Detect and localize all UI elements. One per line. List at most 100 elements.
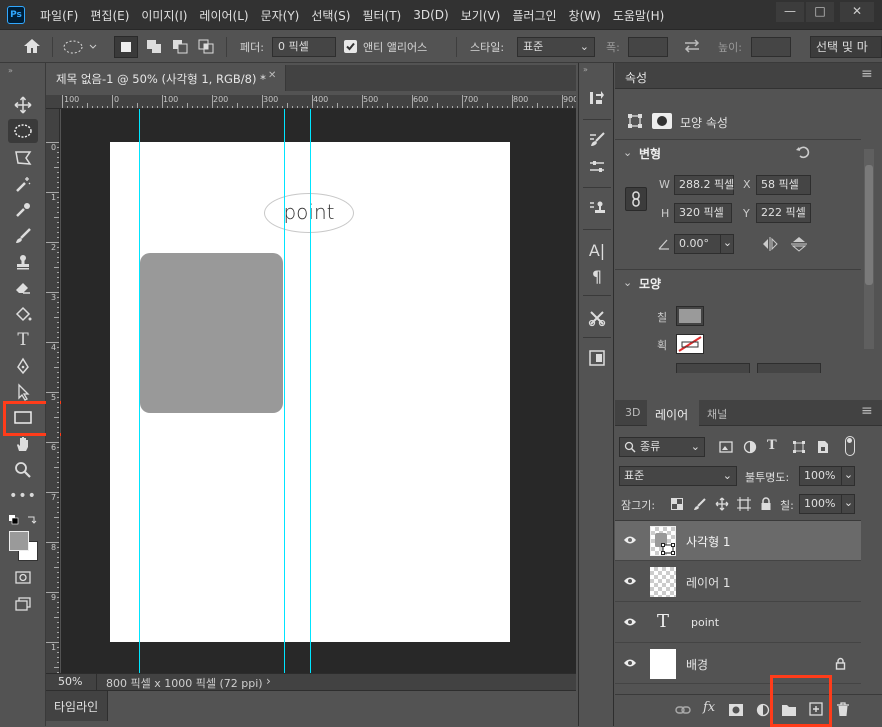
width-input[interactable]	[628, 37, 668, 57]
magic-wand-tool-icon[interactable]	[8, 172, 38, 196]
fill-field[interactable]: 100% ⌄	[799, 494, 855, 514]
character-panel-icon[interactable]: A|	[585, 239, 609, 261]
history-panel-icon[interactable]	[585, 87, 609, 109]
filter-type-icon[interactable]: T	[767, 438, 777, 453]
quick-mask-icon[interactable]	[8, 566, 38, 590]
menu-help[interactable]: 도움말(H)	[613, 7, 665, 24]
guide-line[interactable]	[284, 109, 285, 673]
vertical-ruler[interactable]: 0 1 2 3 4 5 6 7 8 9 1	[46, 109, 60, 673]
stroke-type-field[interactable]	[757, 363, 821, 373]
lock-transparent-icon[interactable]	[671, 498, 683, 510]
layer-filter-select[interactable]: 종류 ⌄	[619, 437, 705, 457]
intersect-selection-button[interactable]	[195, 36, 217, 56]
menu-file[interactable]: 파일(F)	[40, 7, 78, 24]
lock-pixels-icon[interactable]	[693, 497, 707, 511]
menu-image[interactable]: 이미지(I)	[141, 7, 187, 24]
eye-icon[interactable]	[623, 616, 637, 628]
filter-smart-object-icon[interactable]	[816, 440, 830, 454]
menu-view[interactable]: 보기(V)	[461, 7, 501, 24]
menu-edit[interactable]: 편집(E)	[90, 7, 129, 24]
delete-layer-icon[interactable]	[836, 702, 850, 717]
lock-all-icon[interactable]	[760, 497, 772, 511]
eye-icon[interactable]	[623, 657, 637, 669]
brush-settings-icon[interactable]	[585, 129, 609, 151]
collapse-icon[interactable]: »	[8, 66, 13, 75]
layer-name[interactable]: point	[691, 616, 719, 629]
tab-3d[interactable]: 3D	[625, 406, 640, 419]
guide-line[interactable]	[310, 109, 311, 673]
guide-line[interactable]	[139, 109, 140, 673]
default-colors-icon[interactable]	[8, 514, 38, 526]
swap-icon[interactable]	[682, 38, 702, 54]
pen-tool-icon[interactable]	[8, 354, 38, 378]
eyedropper-tool-icon[interactable]	[8, 198, 38, 222]
artboard-panel-icon[interactable]	[585, 347, 609, 369]
zoom-level[interactable]: 50%	[58, 675, 82, 688]
elliptical-marquee-preset-icon[interactable]	[62, 38, 98, 56]
screen-mode-icon[interactable]	[8, 592, 38, 616]
more-tools-icon[interactable]: •••	[8, 484, 38, 508]
width-field[interactable]: 288.2 픽셀	[674, 175, 734, 195]
tab-layers[interactable]: 레이어	[647, 400, 699, 427]
eye-icon[interactable]	[623, 575, 637, 587]
x-field[interactable]: 58 픽셀	[756, 175, 811, 195]
layer-name[interactable]: 레이어 1	[686, 574, 731, 591]
filter-shape-icon[interactable]	[792, 440, 806, 454]
maximize-button[interactable]: □	[806, 2, 834, 22]
stamp-tool-icon[interactable]	[8, 250, 38, 274]
panel-menu-icon[interactable]: ≡	[861, 403, 873, 419]
panel-menu-icon[interactable]: ≡	[861, 66, 873, 82]
layer-row-point[interactable]: T point	[615, 603, 861, 643]
stroke-width-field[interactable]	[676, 363, 750, 373]
timeline-tab[interactable]: 타임라인	[46, 691, 108, 721]
home-icon[interactable]	[22, 37, 42, 55]
y-field[interactable]: 222 픽셀	[756, 203, 811, 223]
height-field[interactable]: 320 픽셀	[674, 203, 732, 223]
type-tool-icon[interactable]: T	[8, 328, 38, 352]
menu-plugins[interactable]: 플러그인	[512, 7, 556, 24]
eye-icon[interactable]	[623, 534, 637, 546]
status-menu-arrow[interactable]: ›	[266, 674, 271, 688]
filter-toggle-switch[interactable]	[845, 436, 855, 456]
link-dimensions-button[interactable]	[625, 187, 647, 211]
eraser-tool-icon[interactable]	[8, 276, 38, 300]
height-input[interactable]	[751, 37, 791, 57]
hand-tool-icon[interactable]	[8, 432, 38, 456]
layer-name[interactable]: 배경	[686, 656, 708, 673]
add-selection-button[interactable]	[143, 36, 165, 56]
foreground-color-swatch[interactable]	[9, 531, 29, 551]
reset-transform-icon[interactable]	[795, 144, 811, 160]
move-tool-icon[interactable]	[8, 93, 38, 117]
menu-type[interactable]: 문자(Y)	[261, 7, 300, 24]
filter-pixel-icon[interactable]	[719, 440, 733, 454]
opacity-field[interactable]: 100% ⌄	[799, 466, 855, 486]
document-tab[interactable]: 제목 없음-1 @ 50% (사각형 1, RGB/8) * ✕	[46, 65, 286, 91]
flip-horizontal-icon[interactable]	[761, 236, 779, 252]
menu-window[interactable]: 창(W)	[569, 7, 601, 24]
menu-filter[interactable]: 필터(T)	[362, 7, 401, 24]
angle-field[interactable]: 0.00° ⌄	[674, 234, 734, 254]
paint-bucket-tool-icon[interactable]	[8, 302, 38, 326]
link-layers-icon[interactable]	[675, 703, 691, 717]
layer-row-rectangle[interactable]: 사각형 1	[615, 521, 861, 561]
style-select[interactable]: 표준 ⌄	[517, 37, 595, 57]
stroke-swatch[interactable]	[676, 334, 704, 354]
menu-layer[interactable]: 레이어(L)	[199, 7, 248, 24]
clone-source-icon[interactable]	[585, 197, 609, 219]
menu-3d[interactable]: 3D(D)	[413, 8, 448, 22]
close-window-button[interactable]: ✕	[840, 2, 874, 22]
properties-scrollbar[interactable]	[864, 149, 874, 349]
new-selection-button[interactable]	[114, 36, 138, 58]
collapse-icon[interactable]: »	[583, 65, 588, 74]
lock-position-icon[interactable]	[715, 497, 729, 511]
close-tab-icon[interactable]: ✕	[268, 70, 276, 81]
chevron-down-icon[interactable]: ⌄	[623, 276, 632, 289]
horizontal-ruler[interactable]: 100 0 100 200 300 400 500 600 700 800 90…	[46, 95, 576, 109]
properties-tab[interactable]: 속성	[625, 69, 647, 86]
fill-swatch[interactable]	[676, 306, 704, 326]
paragraph-panel-icon[interactable]: ¶	[585, 265, 609, 287]
elliptical-marquee-tool-icon[interactable]	[8, 119, 38, 143]
select-and-mask-button[interactable]: 선택 및 마	[810, 36, 882, 58]
fx-icon[interactable]: fx	[703, 700, 715, 715]
add-mask-icon[interactable]	[728, 703, 744, 717]
